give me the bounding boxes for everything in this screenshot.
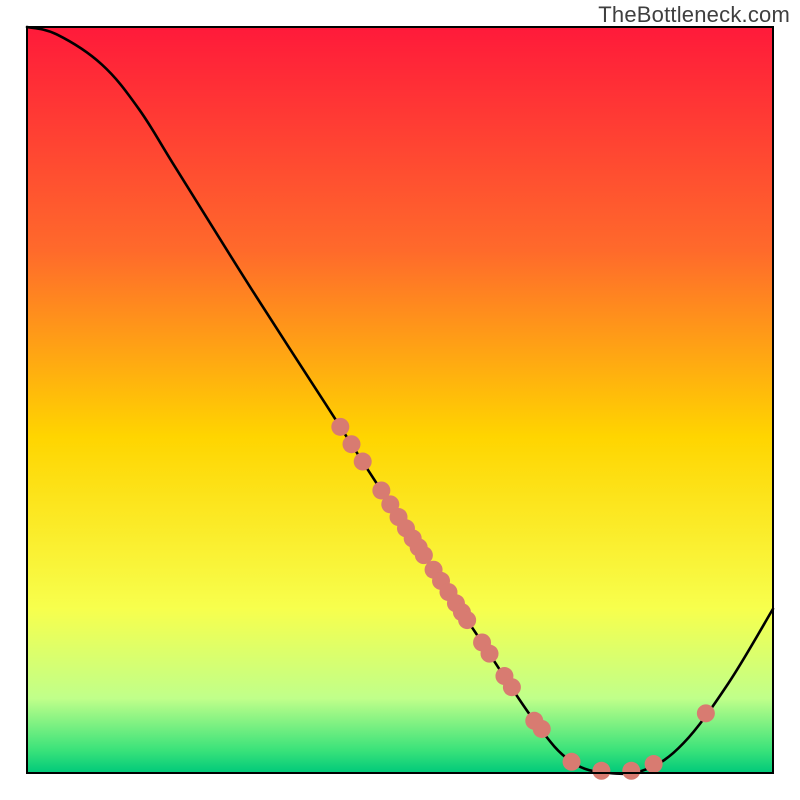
data-point bbox=[563, 753, 581, 771]
data-point bbox=[458, 611, 476, 629]
plot-area bbox=[27, 27, 773, 780]
chart-frame: TheBottleneck.com bbox=[0, 0, 800, 800]
data-point bbox=[354, 453, 372, 471]
attribution-label: TheBottleneck.com bbox=[598, 2, 790, 28]
bottleneck-chart bbox=[0, 0, 800, 800]
data-point bbox=[645, 755, 663, 773]
data-point bbox=[592, 762, 610, 780]
data-point bbox=[331, 418, 349, 436]
data-point bbox=[481, 645, 499, 663]
data-point bbox=[622, 762, 640, 780]
plot-background bbox=[27, 27, 773, 773]
data-point bbox=[697, 704, 715, 722]
data-point bbox=[533, 720, 551, 738]
data-point bbox=[503, 678, 521, 696]
data-point bbox=[343, 435, 361, 453]
